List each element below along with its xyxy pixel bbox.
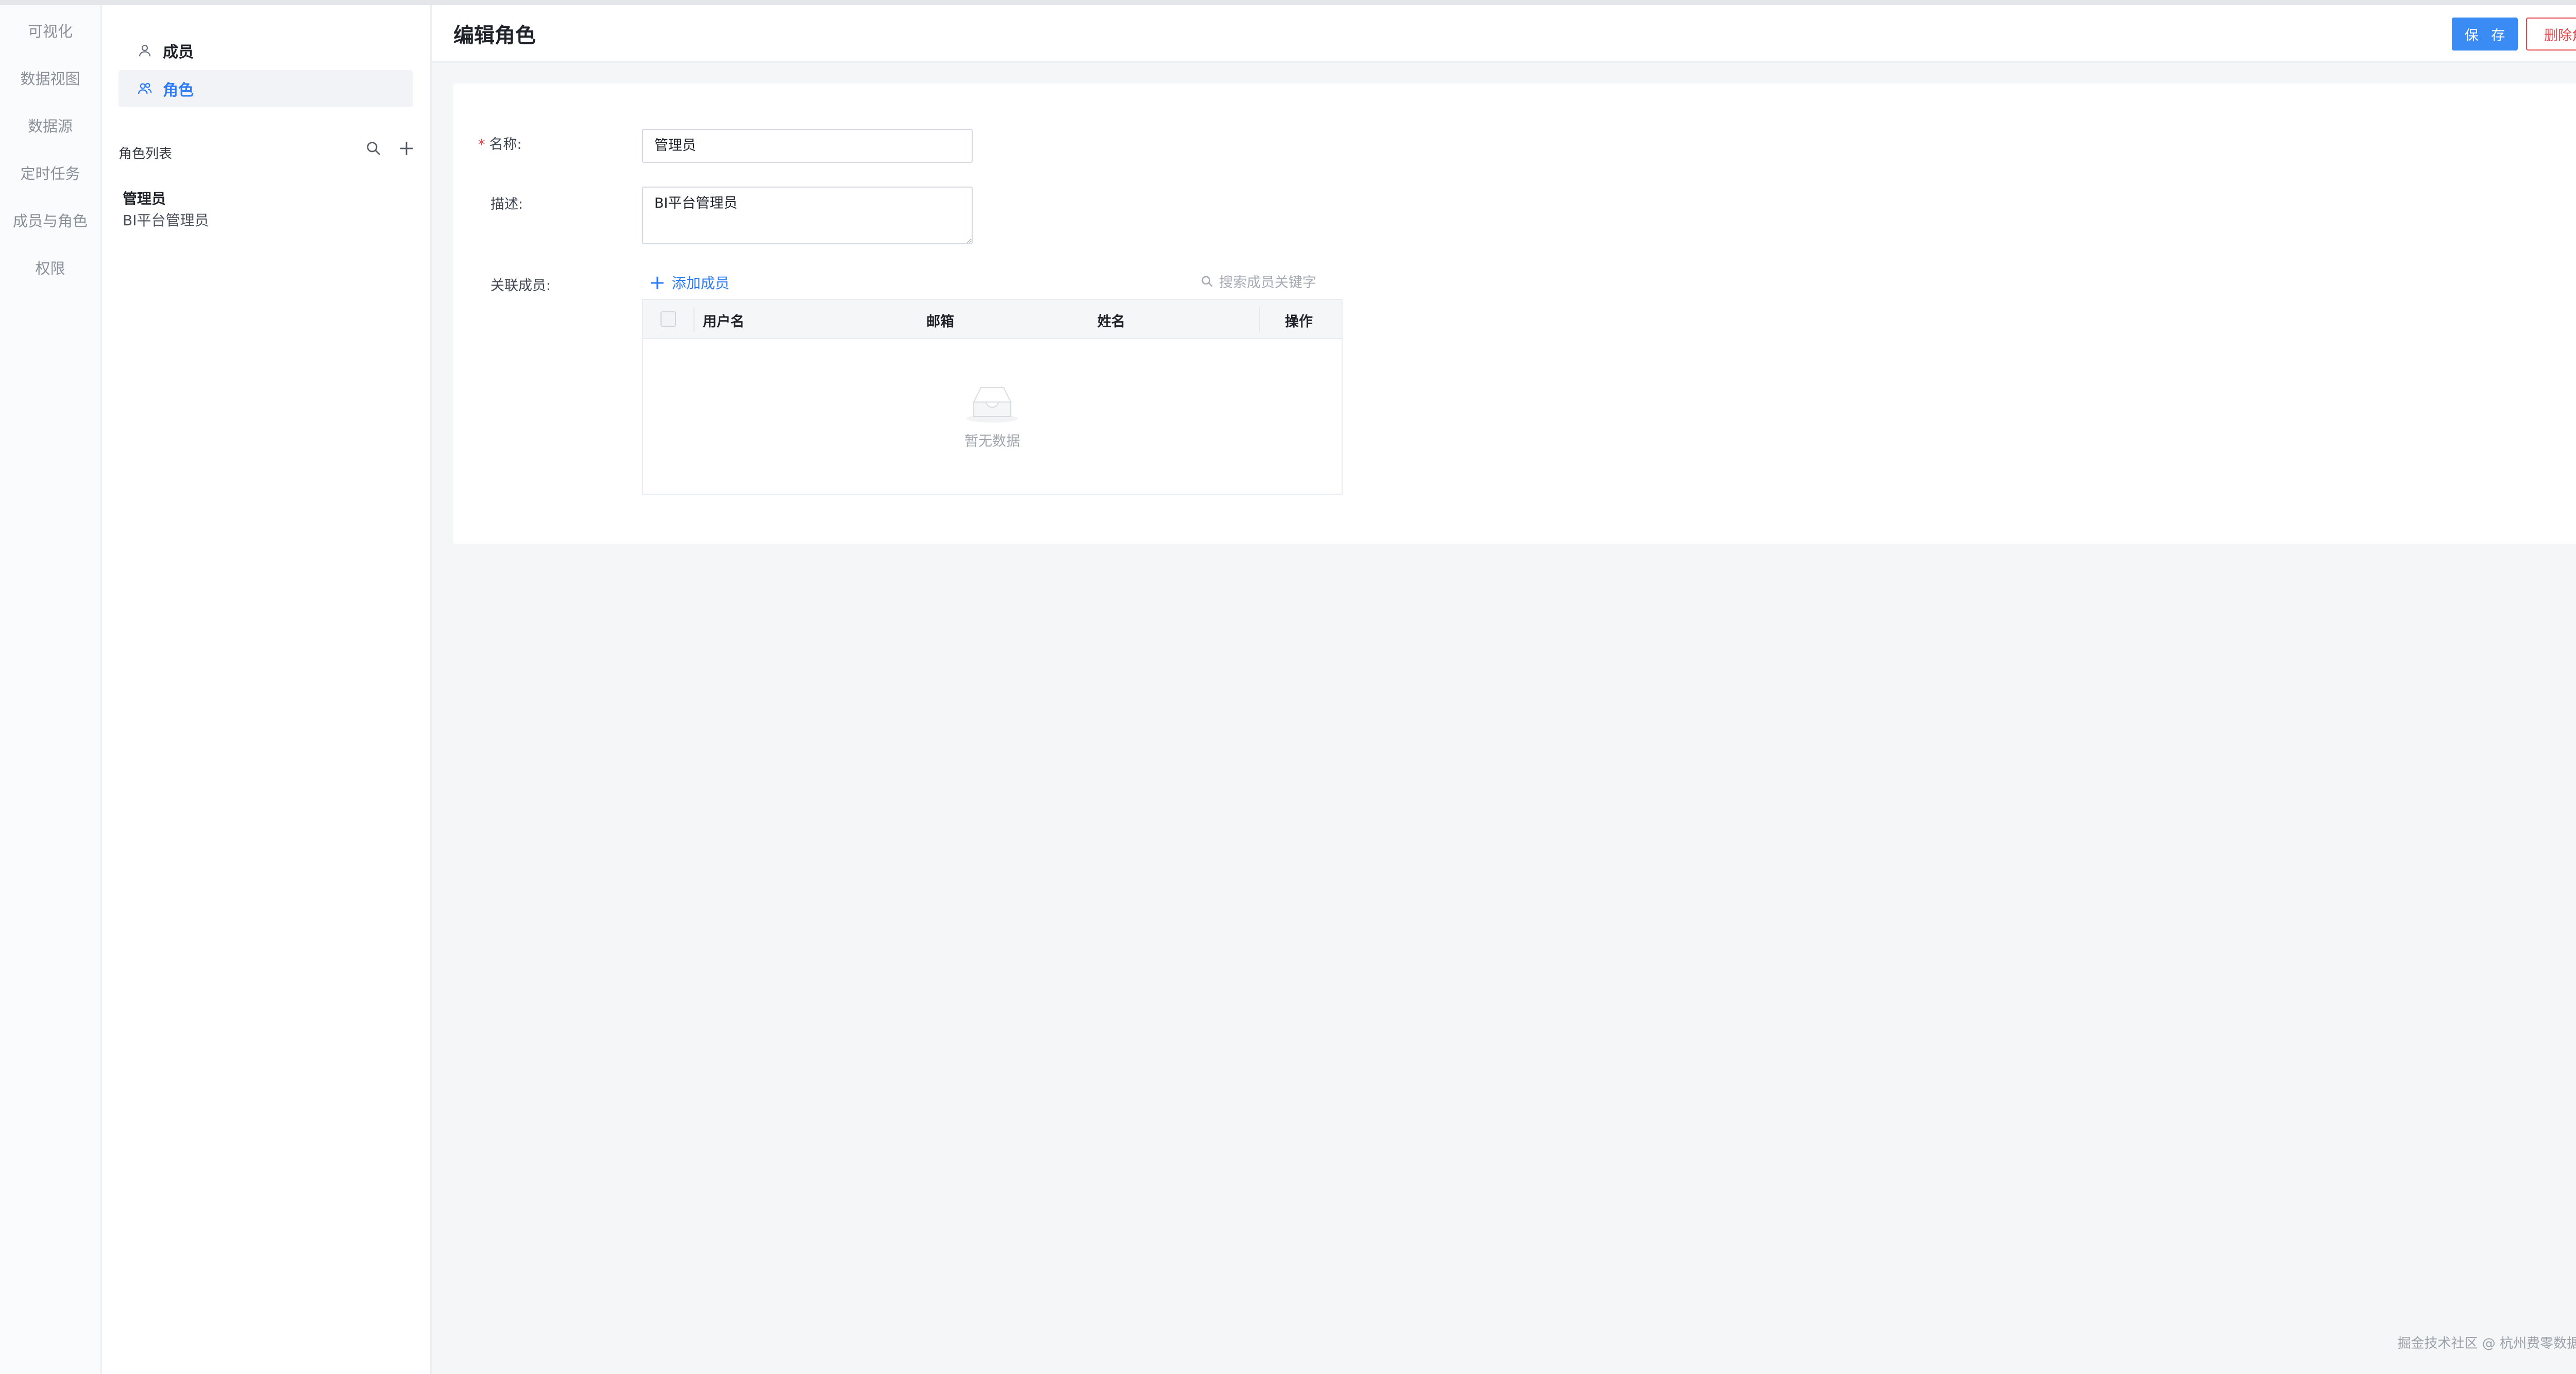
role-list-tools xyxy=(363,138,417,159)
delete-role-button[interactable]: 删除角色 xyxy=(2526,18,2576,51)
plus-icon: + xyxy=(649,271,666,294)
select-all-checkbox[interactable] xyxy=(660,311,676,327)
column-header-actions: 操作 xyxy=(1285,314,1313,330)
empty-state: 暂无数据 xyxy=(941,382,1044,450)
members-field-label: 关联成员: xyxy=(490,278,551,294)
add-member-button[interactable]: + 添加成员 xyxy=(649,272,730,293)
search-icon xyxy=(367,142,380,155)
side-nav: 可视化 数据视图 数据源 定时任务 成员与角色 权限 xyxy=(0,5,102,1374)
empty-box-icon xyxy=(967,387,1018,423)
menu-item-members[interactable]: 成员 xyxy=(118,32,413,69)
column-header-fullname: 姓名 xyxy=(1097,314,1125,330)
nav-item-data-source[interactable]: 数据源 xyxy=(0,114,100,136)
column-divider xyxy=(1259,307,1260,332)
page-header: 编辑角色 保 存 删除角色 xyxy=(432,5,2576,63)
menu-item-members-label: 成员 xyxy=(163,43,194,61)
column-header-username: 用户名 xyxy=(703,314,744,330)
users-icon xyxy=(138,82,152,94)
top-border xyxy=(0,0,2576,5)
name-label-text: 名称: xyxy=(489,137,522,153)
nav-item-schedule[interactable]: 定时任务 xyxy=(0,162,100,183)
column-header-email: 邮箱 xyxy=(926,314,954,330)
members-roles-panel: 成员 角色 角色列表 管理员 BI平台管理员 xyxy=(102,5,432,1374)
main-content: 编辑角色 保 存 删除角色 *名称: 管理员 描述: BI平台管理员 关联成员:… xyxy=(432,5,2576,1374)
column-divider xyxy=(693,307,694,332)
nav-item-permissions[interactable]: 权限 xyxy=(0,257,100,278)
save-button[interactable]: 保 存 xyxy=(2452,18,2518,51)
role-description: BI平台管理员 xyxy=(123,212,209,229)
menu-item-roles-label: 角色 xyxy=(163,81,194,99)
role-name-input[interactable]: 管理员 xyxy=(642,129,973,163)
role-form-card: * 名称: 管理员 描述: BI平台管理员 关联成员: + 添加成员 搜索成员关键… xyxy=(453,83,2576,544)
member-search-placeholder: 搜索成员关键字 xyxy=(1219,275,1316,291)
nav-item-members-roles[interactable]: 成员与角色 xyxy=(0,209,100,231)
table-header: 用户名 邮箱 姓名 操作 xyxy=(643,300,1342,339)
role-list-title: 角色列表 xyxy=(118,146,173,162)
search-role-button[interactable] xyxy=(363,138,384,159)
app: 可视化 数据视图 数据源 定时任务 成员与角色 权限 成员 角色 角色列表 管理… xyxy=(0,5,2576,1374)
role-description-textarea[interactable]: BI平台管理员 xyxy=(642,187,973,244)
add-role-button[interactable] xyxy=(396,138,417,159)
required-mark: * xyxy=(478,137,485,153)
menu-item-roles[interactable]: 角色 xyxy=(118,70,413,107)
empty-state-text: 暂无数据 xyxy=(964,433,1020,449)
members-table: 用户名 邮箱 姓名 操作 暂无数据 xyxy=(642,299,1343,495)
page-title: 编辑角色 xyxy=(453,24,536,47)
role-name: 管理员 xyxy=(123,190,166,207)
name-field-label: * 名称: xyxy=(478,133,522,153)
plus-icon xyxy=(400,142,413,155)
description-field-label: 描述: xyxy=(490,196,523,212)
role-list-item[interactable]: 管理员 BI平台管理员 xyxy=(123,188,209,231)
nav-item-visualization[interactable]: 可视化 xyxy=(0,20,100,41)
nav-item-data-view[interactable]: 数据视图 xyxy=(0,67,100,89)
search-icon xyxy=(1201,275,1213,287)
watermark-text: 掘金技术社区 @ 杭州费零数据科技 xyxy=(2397,1336,2576,1351)
user-icon xyxy=(139,44,151,57)
member-search-input[interactable]: 搜索成员关键字 xyxy=(1200,271,1316,291)
add-member-label: 添加成员 xyxy=(671,275,730,292)
